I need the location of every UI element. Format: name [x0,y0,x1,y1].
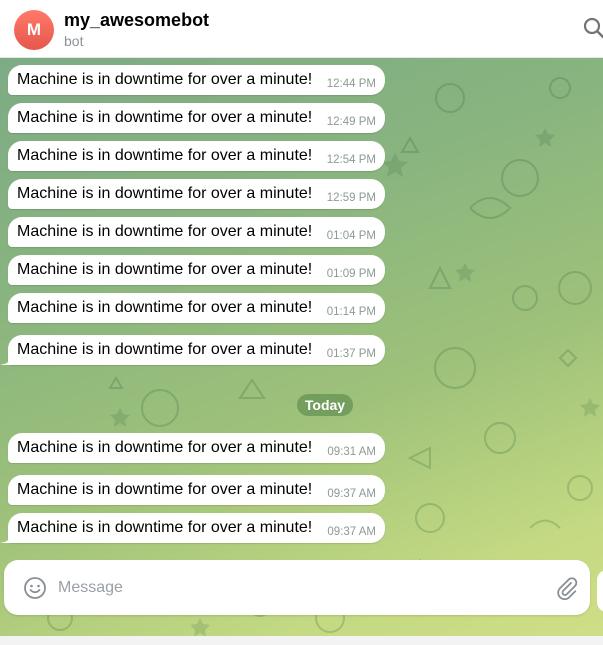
chat-title[interactable]: my_awesomebot [64,10,209,31]
message-bubble[interactable]: Machine is in downtime for over a minute… [8,217,385,247]
message-bubble[interactable]: Machine is in downtime for over a minute… [8,255,385,285]
message-text: Machine is in downtime for over a minute… [17,439,313,456]
date-separator: Today [297,394,353,416]
message-text: Machine is in downtime for over a minute… [17,185,313,202]
message-bubble[interactable]: Machine is in downtime for over a minute… [8,103,385,133]
message-time: 09:37 AM [327,488,376,500]
attach-button[interactable] [554,575,580,601]
message-time: 01:04 PM [326,230,376,242]
message-text: Machine is in downtime for over a minute… [17,341,313,358]
message-time: 01:09 PM [326,268,376,280]
message-time: 12:59 PM [326,192,376,204]
chat-header: M my_awesomebot bot [0,0,603,58]
search-button[interactable] [580,14,603,42]
message-text: Machine is in downtime for over a minute… [17,71,313,88]
message-time: 01:14 PM [326,306,376,318]
message-input[interactable] [58,574,538,602]
message-text: Machine is in downtime for over a minute… [17,147,313,164]
message-text: Machine is in downtime for over a minute… [17,299,313,316]
chat-subtitle: bot [64,33,84,49]
message-text: Machine is in downtime for over a minute… [17,481,313,498]
message-bubble[interactable]: Machine is in downtime for over a minute… [8,475,385,505]
send-button[interactable] [597,570,603,612]
chat-area[interactable]: Machine is in downtime for over a minute… [0,58,603,636]
message-composer [4,560,590,615]
message-text: Machine is in downtime for over a minute… [17,223,313,240]
paperclip-icon [557,577,578,601]
message-time: 09:37 AM [327,526,376,538]
message-time: 12:54 PM [326,154,376,166]
message-time: 12:44 PM [326,78,376,90]
message-time: 01:37 PM [326,348,376,360]
emoji-button[interactable] [22,575,48,601]
message-time: 09:31 AM [327,446,376,458]
message-text: Machine is in downtime for over a minute… [17,519,313,536]
search-icon [583,17,603,39]
avatar[interactable]: M [14,10,54,50]
message-bubble[interactable]: Machine is in downtime for over a minute… [1,335,385,365]
message-time: 12:49 PM [326,116,376,128]
message-bubble[interactable]: Machine is in downtime for over a minute… [8,179,385,209]
message-text: Machine is in downtime for over a minute… [17,261,313,278]
message-text: Machine is in downtime for over a minute… [17,109,313,126]
bottom-strip [0,636,603,645]
message-bubble[interactable]: Machine is in downtime for over a minute… [1,513,385,543]
smile-icon [24,577,46,599]
message-bubble[interactable]: Machine is in downtime for over a minute… [8,293,385,323]
message-bubble[interactable]: Machine is in downtime for over a minute… [8,433,385,463]
message-bubble[interactable]: Machine is in downtime for over a minute… [8,141,385,171]
message-bubble[interactable]: Machine is in downtime for over a minute… [8,65,385,95]
